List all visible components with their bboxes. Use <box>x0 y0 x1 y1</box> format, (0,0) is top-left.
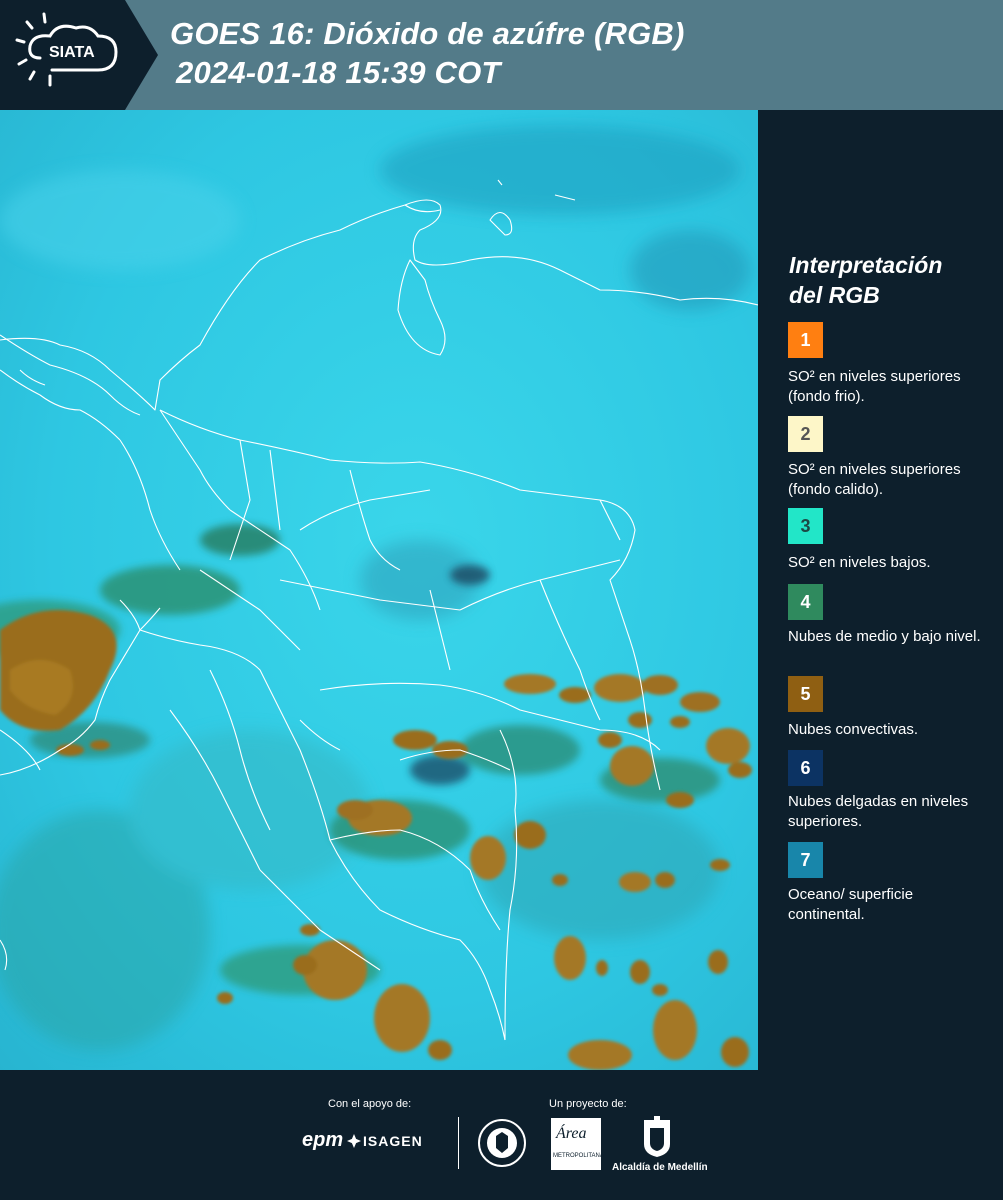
legend-label-7: Oceano/ superficie continental. <box>788 886 914 923</box>
isagen-icon <box>347 1134 361 1148</box>
footer: Con el apoyo de: Un proyecto de: epm ISA… <box>0 1070 1003 1200</box>
footer-divider <box>458 1117 459 1169</box>
legend-swatch-1: 1 <box>788 322 823 358</box>
alcaldia-shield-icon <box>644 1116 670 1157</box>
legend-title: Interpretación del RGB <box>789 252 943 308</box>
satellite-image <box>0 110 758 1070</box>
project-label: Un proyecto de: <box>549 1098 627 1110</box>
timestamp: 2024-01-18 15:39 COT <box>176 55 501 90</box>
isagen-logo: ISAGEN <box>363 1133 423 1149</box>
logo-text: SIATA <box>49 44 95 61</box>
legend-label-1: SO² en niveles superiores (fondo frio). <box>788 368 961 405</box>
legend-label-5: Nubes convectivas. <box>788 721 919 738</box>
page-title: GOES 16: Dióxido de azúfre (RGB) <box>170 16 685 51</box>
legend-swatch-5: 5 <box>788 676 823 712</box>
medellin-seal-icon <box>478 1119 526 1167</box>
legend-swatch-4: 4 <box>788 584 823 620</box>
epm-logo: epm <box>302 1129 344 1151</box>
legend-swatch-7: 7 <box>788 842 823 878</box>
legend-swatch-3: 3 <box>788 508 823 544</box>
alcaldia-logo-text: Alcaldía de Medellín <box>612 1162 708 1173</box>
legend-label-6: Nubes delgadas en niveles superiores. <box>788 793 969 830</box>
legend-label-3: SO² en niveles bajos. <box>788 554 931 571</box>
legend-panel: Interpretación del RGB 1 SO² en niveles … <box>758 110 1003 1070</box>
legend-swatch-6: 6 <box>788 750 823 786</box>
siata-logo: SIATA <box>0 0 160 110</box>
header: SIATA GOES 16: Dióxido de azúfre (RGB) 2… <box>0 0 1003 110</box>
legend-label-2: SO² en niveles superiores (fondo calido)… <box>788 461 961 498</box>
legend-label-4: Nubes de medio y bajo nivel. <box>788 628 981 645</box>
area-metropolitana-logo: Área METROPOLITANA <box>551 1118 604 1170</box>
legend-swatch-2: 2 <box>788 416 823 452</box>
support-label: Con el apoyo de: <box>328 1098 412 1110</box>
